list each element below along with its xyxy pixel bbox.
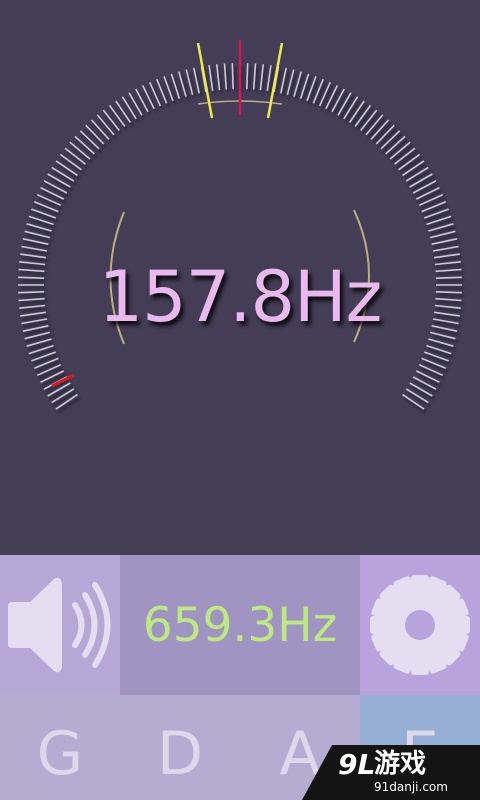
gauge-tick [26,223,52,232]
tuner-screen: 157.8Hz 659.3Hz G D A E [0,0,480,800]
watermark-brand: 游戏 [374,749,427,779]
gauge-tick [223,63,228,90]
speaker-icon [8,577,111,673]
gauge-tick [348,100,365,123]
tolerance-mark-right [266,42,284,119]
gauge-tick [59,153,82,171]
target-frequency: 659.3Hz [142,598,338,653]
gauge-tick [185,69,194,95]
gauge-tick [69,141,91,160]
gauge-tick [55,393,78,410]
gauge-tick [423,351,449,362]
gauge-tick [252,63,257,90]
gauge-tick [423,208,449,219]
gauge-tick [163,76,174,102]
gauge-tick [380,130,401,150]
gauge-tick [266,65,272,92]
gauge-tick [55,160,78,177]
watermark-logo: 9L [338,748,376,781]
gauge-tick [394,147,416,165]
sound-button[interactable] [0,555,120,695]
gauge-tick [208,65,214,92]
gauge-tick [115,100,132,123]
gauge-tick [64,147,86,165]
gauge-tick [293,71,302,97]
gauge-tick [259,64,264,91]
gauge-tick [375,124,395,145]
gauge-tick [431,238,458,245]
string-key-d[interactable]: D [120,695,240,800]
gauge-tick [398,153,421,171]
string-key-g[interactable]: G [0,695,120,800]
gauge-tick [385,135,406,155]
gear-icon [370,575,470,675]
gauge-tick [22,238,49,245]
gauge-tick [299,73,310,99]
current-frequency-readout: 157.8Hz [98,256,383,338]
gauge-tick [286,69,295,95]
gauge-tick [354,104,372,127]
gauge-tick [231,63,234,90]
gauge-tick [74,135,95,155]
gauge-tick [31,208,57,219]
gauge-tick [90,119,110,140]
gauge-tick [402,160,425,177]
gauge-tick [102,109,120,131]
gauge-tick [193,67,200,94]
gauge-tick [389,141,411,160]
gauge-tick [79,130,100,150]
gauge-tick [28,215,54,226]
gauge-tick [280,67,287,94]
gauge-tick [24,230,50,239]
gauge-tick [306,76,317,102]
gauge-tick [85,124,105,145]
gauge-tick [430,230,456,239]
gauge-tick [178,71,187,97]
watermark-domain: 91danji.com [374,780,448,794]
gauge-tick [402,393,425,410]
gauge-tick [31,351,57,362]
control-bar: 659.3Hz [0,555,480,695]
settings-button[interactable] [360,555,480,695]
gauge-tick [170,73,181,99]
gauge-tick [365,114,384,136]
gauge-tick [96,114,115,136]
gauge-tick [246,63,249,90]
target-frequency-panel: 659.3Hz [120,555,360,695]
tolerance-mark-left [196,42,214,119]
watermark: 9L 游戏 91danji.com [302,745,480,800]
gauge-tick [108,104,126,127]
gauge-tick [426,215,452,226]
gauge-tick [216,64,221,91]
low-end-mark [51,373,75,388]
gauge-tick [360,109,378,131]
gauge-tick [370,119,390,140]
gauge-tick [428,223,454,232]
